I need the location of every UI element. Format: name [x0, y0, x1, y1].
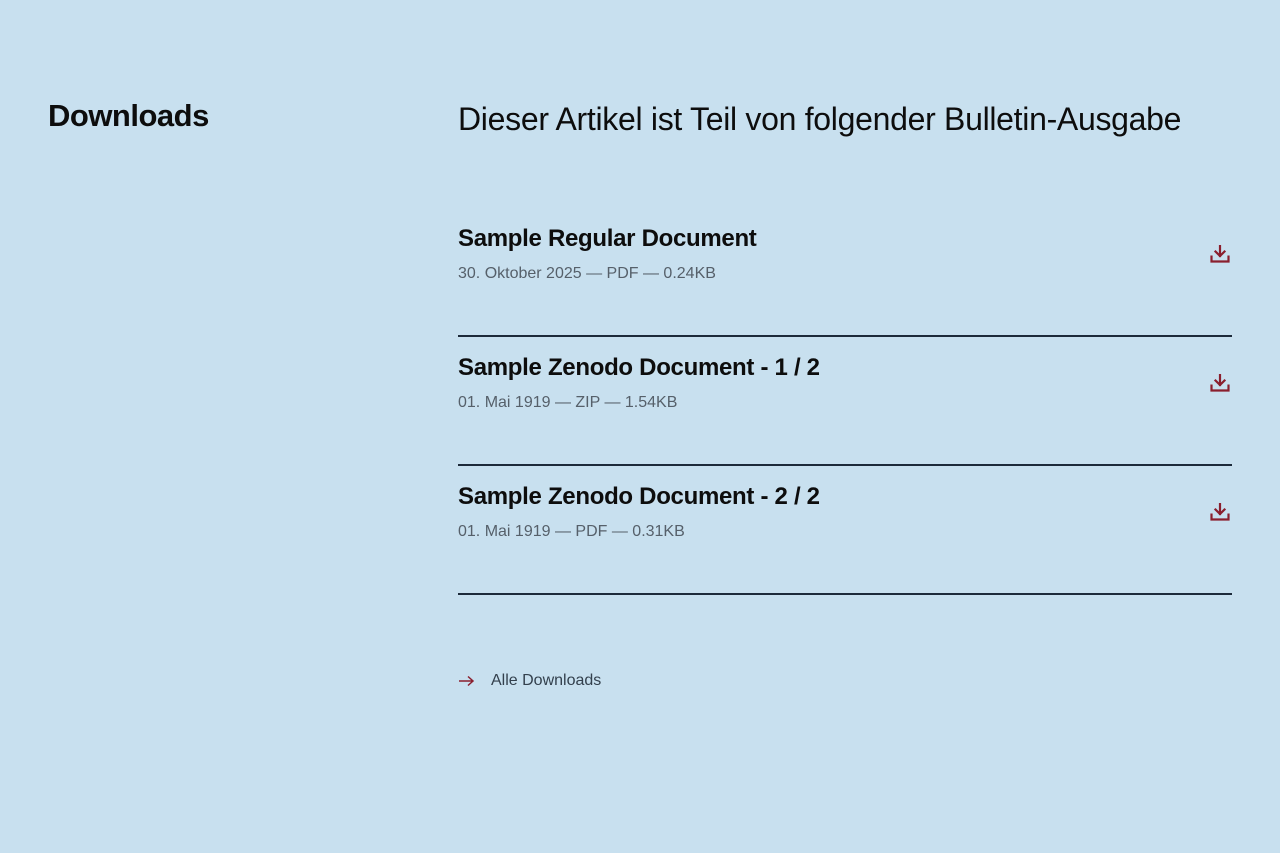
document-title: Sample Zenodo Document - 1 / 2: [458, 354, 820, 381]
download-icon: [1210, 503, 1230, 521]
download-button[interactable]: [1208, 371, 1232, 395]
list-item: Sample Zenodo Document - 1 / 2 01. Mai 1…: [458, 337, 1232, 466]
all-downloads-label: Alle Downloads: [491, 672, 602, 689]
download-button[interactable]: [1208, 500, 1232, 524]
download-button[interactable]: [1208, 242, 1232, 266]
page-title: Dieser Artikel ist Teil von folgender Bu…: [458, 101, 1182, 137]
all-downloads-link[interactable]: Alle Downloads: [458, 672, 601, 690]
main-content: Dieser Artikel ist Teil von folgender Bu…: [458, 96, 1232, 595]
arrow-right-icon: [458, 674, 476, 688]
document-meta: 30. Oktober 2025 — PDF — 0.24KB: [458, 265, 716, 282]
list-item: Sample Regular Document 30. Oktober 2025…: [458, 208, 1232, 337]
download-icon: [1210, 374, 1230, 392]
download-icon: [1210, 245, 1230, 263]
section-title: Downloads: [48, 98, 209, 133]
document-meta: 01. Mai 1919 — PDF — 0.31KB: [458, 523, 685, 540]
document-title: Sample Zenodo Document - 2 / 2: [458, 483, 820, 510]
list-item: Sample Zenodo Document - 2 / 2 01. Mai 1…: [458, 466, 1232, 595]
document-list: Sample Regular Document 30. Oktober 2025…: [458, 208, 1232, 595]
document-meta: 01. Mai 1919 — ZIP — 1.54KB: [458, 394, 678, 411]
document-title: Sample Regular Document: [458, 225, 757, 252]
